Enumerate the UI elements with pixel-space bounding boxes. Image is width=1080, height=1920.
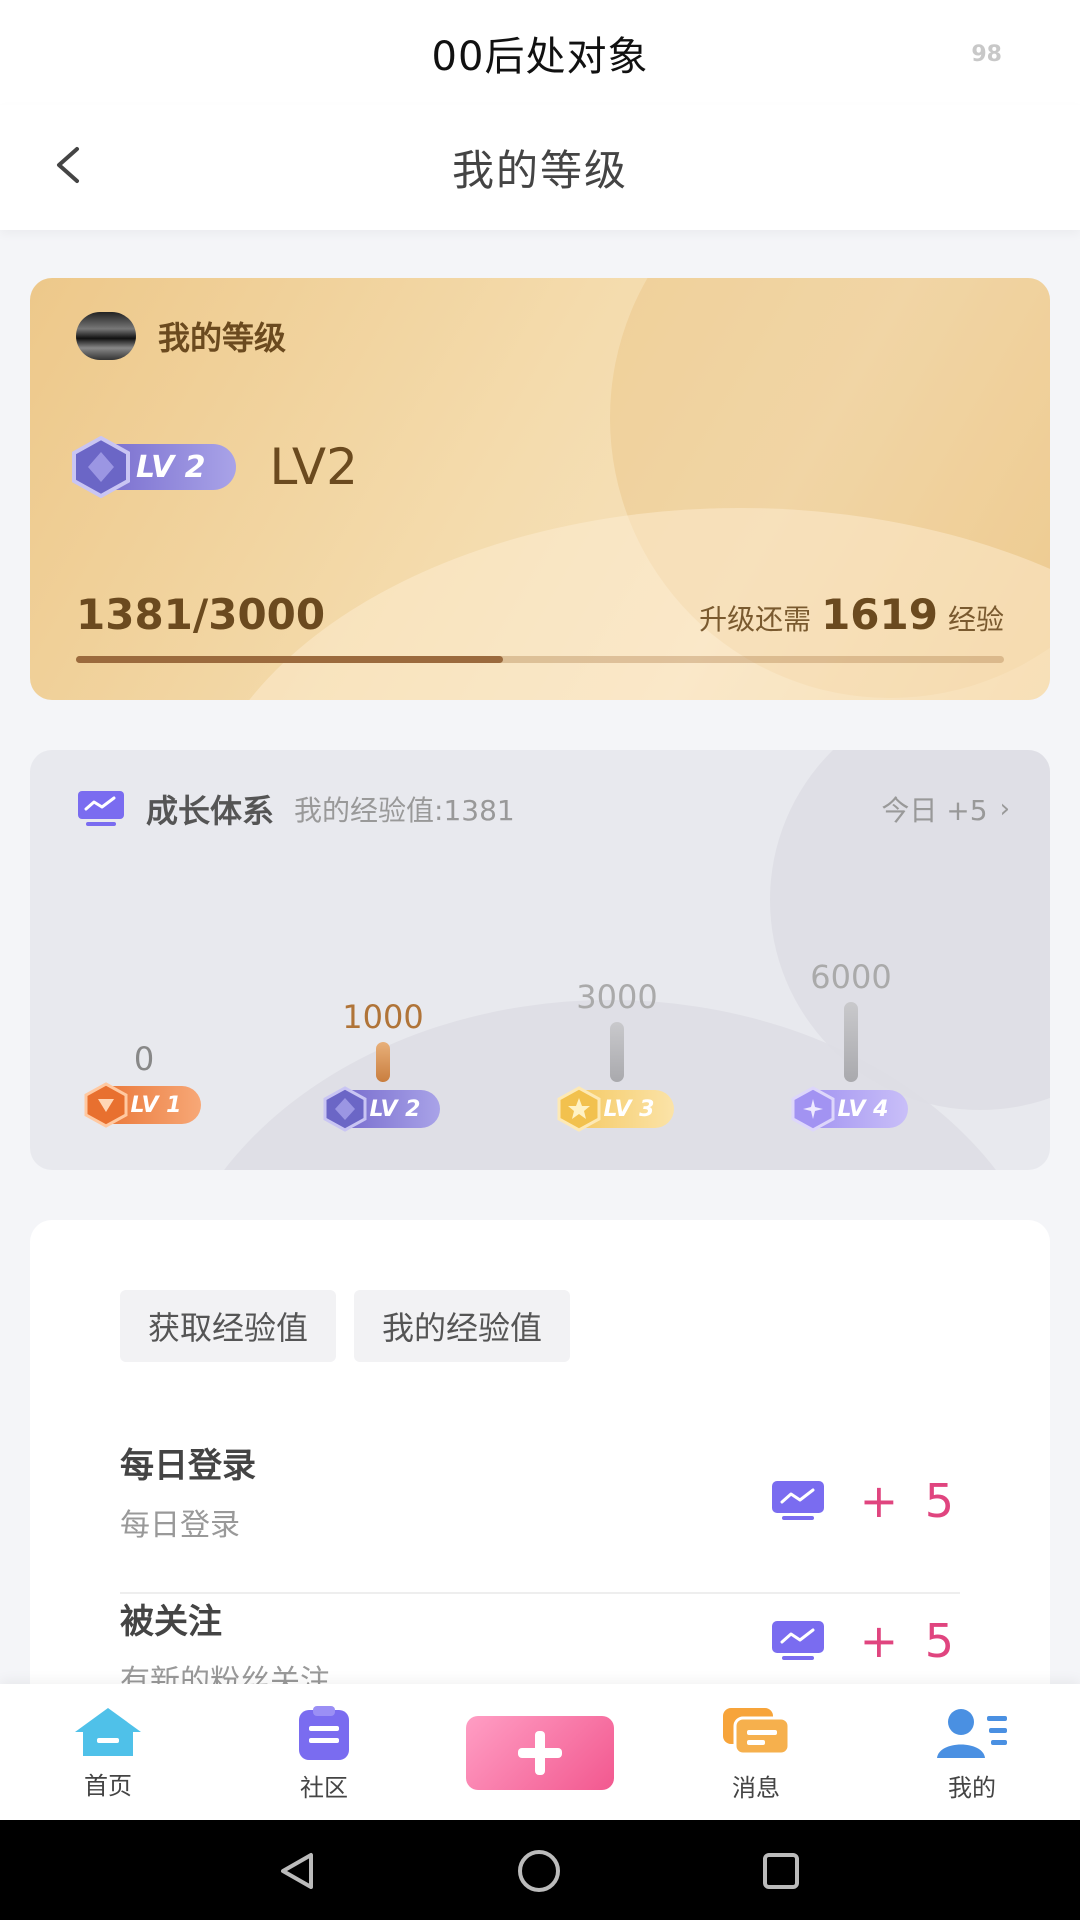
gem-icon: [322, 1086, 368, 1132]
avatar[interactable]: [76, 312, 136, 360]
exp-row: 1381/3000 升级还需 1619 经验: [76, 590, 1004, 639]
tab-my-exp[interactable]: 我的经验值: [354, 1290, 571, 1362]
square-recents-icon: [763, 1853, 799, 1889]
exp-current: 1381/3000: [76, 590, 326, 639]
level-step-value: 1000: [342, 998, 424, 1036]
level-badge-label: LV 2: [136, 449, 206, 485]
level-card-header: 我的等级: [76, 312, 286, 360]
level-step-value: 3000: [576, 978, 658, 1016]
task-title: 每日登录: [120, 1446, 256, 1486]
level-step-3: 3000 LV 3: [542, 978, 692, 1132]
current-level-row: LV 2 LV2: [72, 436, 358, 498]
my-exp-value: 我的经验值:1381: [294, 794, 515, 827]
level-step-2: 1000 LV 2: [308, 998, 458, 1132]
chevron-right-icon: ›: [999, 794, 1010, 824]
level-step-bar: [376, 1042, 390, 1082]
exp-tasks-card: 获取经验值 我的经验值 每日登录 每日登录 + 5 被关注 有新的粉丝关注 + …: [30, 1220, 1050, 1720]
page-title: 我的等级: [451, 146, 628, 195]
task-description: 每日登录: [120, 1508, 240, 1543]
nav-mine[interactable]: 我的: [902, 1704, 1042, 1803]
level-card: 我的等级 LV 2 LV2 1381/3000 升级还需 1619 经验: [30, 278, 1050, 700]
system-nav-bar: [0, 1820, 1080, 1920]
star-icon: [556, 1086, 602, 1132]
sparkle-icon: [790, 1086, 836, 1132]
monitor-chart-icon: [78, 791, 124, 826]
task-reward: + 5: [770, 1614, 960, 1668]
today-exp-text: 今日 +5: [881, 794, 988, 827]
level-step-value: 6000: [810, 958, 892, 996]
level-badge-label: LV 1: [130, 1092, 182, 1118]
task-reward: + 5: [770, 1474, 960, 1528]
bottom-nav: 首页 社区 消息 我的: [0, 1684, 1080, 1820]
user-profile-icon: [937, 1709, 1007, 1758]
growth-title: 成长体系: [146, 792, 275, 830]
nav-messages-label: 消息: [732, 1774, 780, 1802]
system-recents-button[interactable]: [756, 1846, 806, 1896]
list-item[interactable]: 每日登录 每日登录 + 5: [120, 1438, 960, 1594]
growth-header: 成长体系 我的经验值:1381 今日 +5 ›: [76, 786, 1010, 832]
level-badge: LV 1: [84, 1082, 202, 1128]
exp-needed: 升级还需 1619 经验: [699, 590, 1004, 639]
level-step-value: 0: [133, 1040, 155, 1078]
nav-home-label: 首页: [84, 1772, 132, 1800]
task-title: 被关注: [120, 1602, 222, 1642]
system-home-button[interactable]: [514, 1846, 564, 1896]
chevron-left-icon: [57, 147, 79, 183]
task-points: + 5: [859, 1614, 960, 1668]
level-step-bar: [844, 1002, 858, 1082]
level-badge: LV 2: [72, 436, 236, 498]
home-icon: [75, 1708, 141, 1756]
task-points: + 5: [859, 1474, 960, 1528]
tab-earn-exp[interactable]: 获取经验值: [120, 1290, 337, 1362]
level-card-title: 我的等级: [158, 319, 287, 357]
today-exp-link[interactable]: 今日 +5 ›: [881, 789, 1010, 829]
shield-icon: [83, 1082, 129, 1128]
level-badge-label: LV 4: [837, 1096, 889, 1122]
nav-messages[interactable]: 消息: [686, 1704, 826, 1803]
clipboard-icon: [299, 1706, 349, 1760]
nav-community-label: 社区: [300, 1774, 348, 1802]
level-badge-label: LV 2: [369, 1096, 421, 1122]
system-back-button[interactable]: [272, 1846, 322, 1896]
growth-system-card: 成长体系 我的经验值:1381 今日 +5 › 0 LV 1 1000 LV 2…: [30, 750, 1050, 1170]
monitor-chart-icon: [771, 1621, 824, 1660]
gem-icon: [70, 436, 132, 498]
level-badge-label: LV 3: [603, 1096, 655, 1122]
exp-needed-prefix: 升级还需: [699, 603, 812, 636]
exp-needed-suffix: 经验: [947, 603, 1004, 636]
exp-needed-value: 1619: [821, 590, 938, 639]
exp-tabs: 获取经验值 我的经验值: [120, 1290, 588, 1362]
circle-home-icon: [518, 1850, 560, 1892]
triangle-back-icon: [281, 1853, 313, 1889]
current-level-text: LV2: [269, 438, 358, 496]
back-button[interactable]: [38, 135, 98, 195]
level-step-bar: [610, 1022, 624, 1082]
monitor-chart-icon: [771, 1481, 824, 1520]
exp-progress-bar: [76, 656, 1004, 663]
plus-icon: [518, 1731, 562, 1775]
status-bar: 00后处对象 98: [0, 0, 1080, 105]
level-badge: LV 2: [323, 1086, 441, 1132]
nav-home[interactable]: 首页: [38, 1704, 178, 1801]
nav-mine-label: 我的: [948, 1774, 996, 1802]
battery-level: 98: [971, 42, 1002, 67]
level-step-4: 6000 LV 4: [776, 958, 926, 1132]
exp-progress-fill: [76, 656, 503, 663]
level-step-1: 0 LV 1: [74, 1040, 214, 1128]
page-header: 我的等级: [0, 105, 1080, 230]
app-title: 00后处对象: [431, 33, 649, 80]
nav-community[interactable]: 社区: [254, 1704, 394, 1803]
level-badge: LV 3: [557, 1086, 675, 1132]
chat-bubble-icon: [723, 1708, 791, 1756]
create-post-button[interactable]: [466, 1716, 614, 1790]
level-badge: LV 4: [791, 1086, 909, 1132]
